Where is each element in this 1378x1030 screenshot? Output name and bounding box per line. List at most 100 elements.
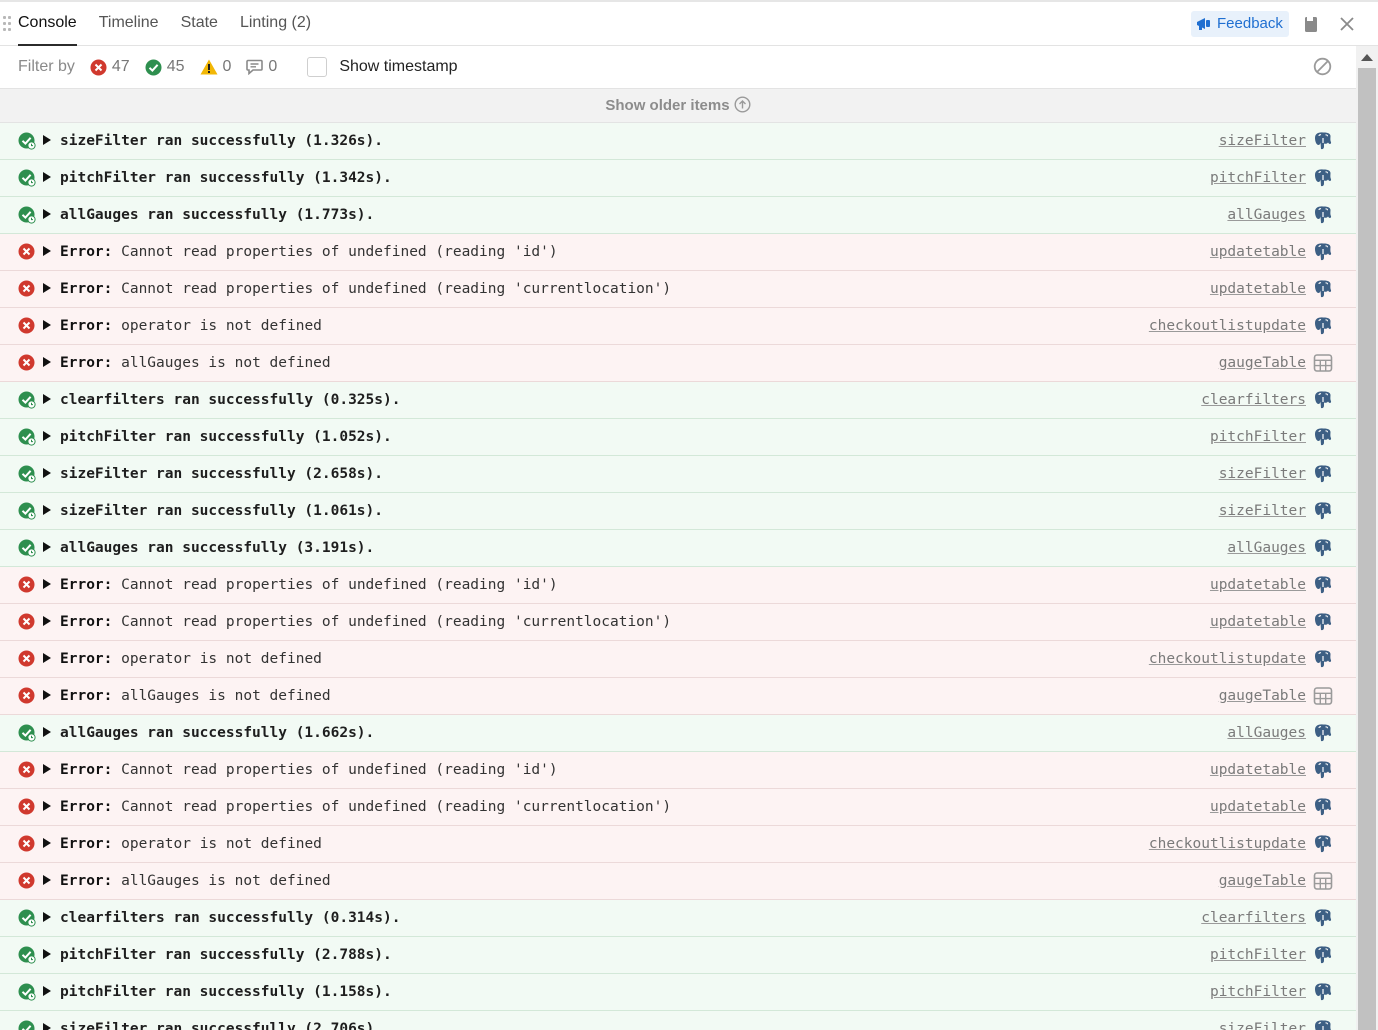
log-row-error[interactable]: Error: operator is not defined checkoutli… (0, 641, 1356, 678)
log-row-error[interactable]: Error: allGauges is not defined gaugeTabl… (0, 678, 1356, 715)
log-row-success[interactable]: pitchFilter ran successfully (1.052s). pi… (0, 419, 1356, 456)
clear-console-icon[interactable] (1313, 57, 1332, 76)
expand-caret-icon[interactable] (43, 394, 51, 404)
source-link[interactable]: checkoutlistupdate (1149, 308, 1306, 344)
log-row-error[interactable]: Error: allGauges is not defined gaugeTabl… (0, 345, 1356, 382)
expand-caret-icon[interactable] (43, 542, 51, 552)
log-row-success[interactable]: pitchFilter ran successfully (1.342s). pi… (0, 160, 1356, 197)
source-link[interactable]: updatetable (1210, 752, 1306, 788)
log-row-error[interactable]: Error: operator is not defined checkoutli… (0, 826, 1356, 863)
expand-caret-icon[interactable] (43, 135, 51, 145)
source-link[interactable]: checkoutlistupdate (1149, 641, 1306, 677)
log-row-success[interactable]: allGauges ran successfully (3.191s). allG… (0, 530, 1356, 567)
log-row-error[interactable]: Error: Cannot read properties of undefin… (0, 752, 1356, 789)
log-row-success[interactable]: pitchFilter ran successfully (1.158s). pi… (0, 974, 1356, 1011)
expand-caret-icon[interactable] (43, 283, 51, 293)
expand-caret-icon[interactable] (43, 246, 51, 256)
log-row-error[interactable]: Error: Cannot read properties of undefin… (0, 789, 1356, 826)
log-row-success[interactable]: sizeFilter ran successfully (2.706s). siz… (0, 1011, 1356, 1030)
show-timestamp-checkbox[interactable] (307, 57, 328, 77)
tab-state[interactable]: State (181, 2, 218, 46)
source-link[interactable]: updatetable (1210, 234, 1306, 270)
feedback-label: Feedback (1217, 15, 1283, 32)
expand-caret-icon[interactable] (43, 727, 51, 737)
expand-caret-icon[interactable] (43, 690, 51, 700)
log-row-success[interactable]: allGauges ran successfully (1.662s). allG… (0, 715, 1356, 752)
table-icon (1313, 353, 1333, 377)
log-row-error[interactable]: Error: allGauges is not defined gaugeTabl… (0, 863, 1356, 900)
log-message: allGauges ran successfully (1.773s). (60, 207, 375, 223)
log-row-success[interactable]: sizeFilter ran successfully (1.061s). siz… (0, 493, 1356, 530)
log-row-error[interactable]: Error: Cannot read properties of undefin… (0, 604, 1356, 641)
log-row-error[interactable]: Error: Cannot read properties of undefin… (0, 271, 1356, 308)
expand-caret-icon[interactable] (43, 431, 51, 441)
expand-caret-icon[interactable] (43, 912, 51, 922)
expand-caret-icon[interactable] (43, 875, 51, 885)
source-link[interactable]: sizeFilter (1219, 1011, 1306, 1030)
drag-handle-icon[interactable] (3, 16, 11, 32)
source-link[interactable]: updatetable (1210, 789, 1306, 825)
expand-caret-icon[interactable] (43, 653, 51, 663)
show-older-items-button[interactable]: Show older items (0, 89, 1356, 123)
log-row-success[interactable]: allGauges ran successfully (1.773s). allG… (0, 197, 1356, 234)
source-link[interactable]: updatetable (1210, 271, 1306, 307)
comment-icon (246, 59, 264, 75)
log-row-success[interactable]: sizeFilter ran successfully (2.658s). siz… (0, 456, 1356, 493)
expand-caret-icon[interactable] (43, 505, 51, 515)
scrollbar-thumb[interactable] (1358, 68, 1376, 1030)
vertical-scrollbar[interactable] (1356, 46, 1378, 1030)
log-row-success[interactable]: sizeFilter ran successfully (1.326s). siz… (0, 123, 1356, 160)
tab-linting[interactable]: Linting (2) (240, 2, 311, 46)
source-link[interactable]: sizeFilter (1219, 493, 1306, 529)
expand-caret-icon[interactable] (43, 616, 51, 626)
expand-caret-icon[interactable] (43, 801, 51, 811)
error-prefix: Error: (60, 244, 113, 260)
tab-timeline[interactable]: Timeline (99, 2, 159, 46)
source-link[interactable]: checkoutlistupdate (1149, 826, 1306, 862)
close-icon[interactable] (1339, 16, 1355, 32)
feedback-button[interactable]: Feedback (1191, 11, 1289, 37)
expand-caret-icon[interactable] (43, 764, 51, 774)
source-link[interactable]: gaugeTable (1219, 345, 1306, 381)
source-link[interactable]: pitchFilter (1210, 974, 1306, 1010)
source-link[interactable]: pitchFilter (1210, 419, 1306, 455)
expand-caret-icon[interactable] (43, 986, 51, 996)
dock-icon[interactable] (1304, 16, 1319, 33)
log-row-success[interactable]: clearfilters ran successfully (0.325s). c… (0, 382, 1356, 419)
log-row-success[interactable]: clearfilters ran successfully (0.314s). c… (0, 900, 1356, 937)
expand-caret-icon[interactable] (43, 949, 51, 959)
tab-console[interactable]: Console (18, 2, 77, 46)
message-filter[interactable]: 0 (246, 58, 277, 76)
expand-caret-icon[interactable] (43, 468, 51, 478)
log-row-error[interactable]: Error: operator is not defined checkoutli… (0, 308, 1356, 345)
log-row-success[interactable]: pitchFilter ran successfully (2.788s). pi… (0, 937, 1356, 974)
expand-caret-icon[interactable] (43, 357, 51, 367)
source-link[interactable]: clearfilters (1201, 382, 1306, 418)
postgres-icon (1313, 945, 1333, 969)
expand-caret-icon[interactable] (43, 838, 51, 848)
source-link[interactable]: allGauges (1227, 530, 1306, 566)
source-link[interactable]: gaugeTable (1219, 863, 1306, 899)
source-link[interactable]: pitchFilter (1210, 937, 1306, 973)
source-link[interactable]: sizeFilter (1219, 456, 1306, 492)
expand-caret-icon[interactable] (43, 579, 51, 589)
source-link[interactable]: pitchFilter (1210, 160, 1306, 196)
source-link[interactable]: clearfilters (1201, 900, 1306, 936)
source-link[interactable]: sizeFilter (1219, 123, 1306, 159)
scroll-up-arrow-icon[interactable] (1361, 54, 1373, 61)
postgres-icon (1313, 982, 1333, 1006)
expand-caret-icon[interactable] (43, 172, 51, 182)
warning-filter[interactable]: 0 (200, 58, 231, 76)
expand-caret-icon[interactable] (43, 209, 51, 219)
success-filter[interactable]: 45 (145, 58, 185, 76)
log-row-error[interactable]: Error: Cannot read properties of undefin… (0, 567, 1356, 604)
error-filter[interactable]: 47 (90, 58, 130, 76)
source-link[interactable]: gaugeTable (1219, 678, 1306, 714)
source-link[interactable]: allGauges (1227, 715, 1306, 751)
source-link[interactable]: updatetable (1210, 567, 1306, 603)
expand-caret-icon[interactable] (43, 1023, 51, 1030)
source-link[interactable]: updatetable (1210, 604, 1306, 640)
source-link[interactable]: allGauges (1227, 197, 1306, 233)
log-row-error[interactable]: Error: Cannot read properties of undefin… (0, 234, 1356, 271)
expand-caret-icon[interactable] (43, 320, 51, 330)
